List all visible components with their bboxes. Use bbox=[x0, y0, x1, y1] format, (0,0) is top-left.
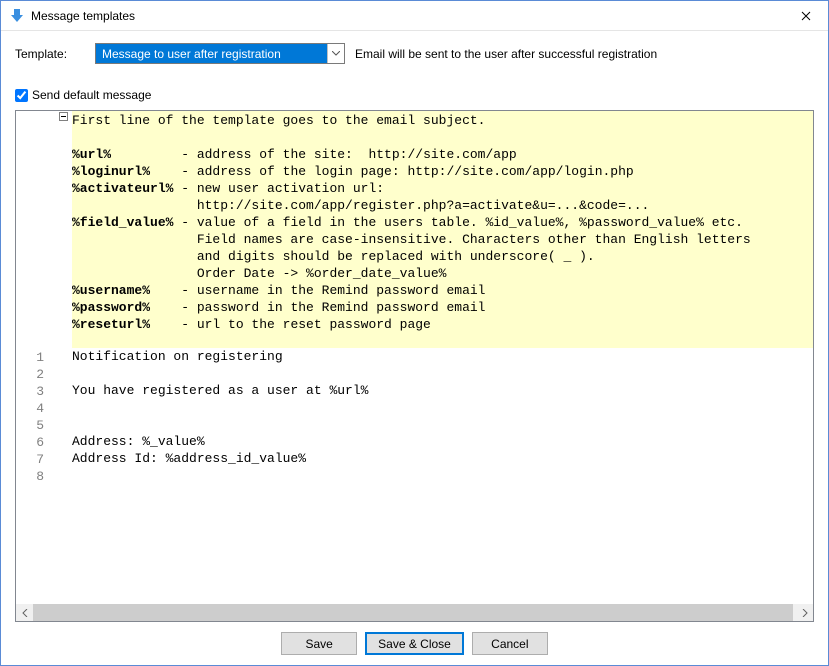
horizontal-scrollbar[interactable] bbox=[16, 604, 813, 621]
send-default-checkbox-row[interactable]: Send default message bbox=[15, 88, 814, 102]
line-number: 4 bbox=[16, 400, 58, 417]
titlebar: Message templates bbox=[1, 1, 828, 31]
hint-line: %url% - address of the site: http://site… bbox=[72, 146, 813, 163]
hint-line: Order Date -> %order_date_value% bbox=[72, 265, 813, 282]
dialog-body: Template: Message to user after registra… bbox=[1, 31, 828, 665]
send-default-label: Send default message bbox=[32, 88, 151, 102]
line-number: 6 bbox=[16, 434, 58, 451]
line-number: 3 bbox=[16, 383, 58, 400]
template-row: Template: Message to user after registra… bbox=[15, 43, 814, 64]
hint-token: %password% bbox=[72, 300, 150, 315]
app-icon bbox=[9, 8, 25, 24]
scroll-left-icon[interactable] bbox=[16, 604, 33, 621]
close-icon bbox=[801, 11, 811, 21]
cancel-button[interactable]: Cancel bbox=[472, 632, 548, 655]
hint-line: http://site.com/app/register.php?a=activ… bbox=[72, 197, 813, 214]
hint-line: and digits should be replaced with under… bbox=[72, 248, 813, 265]
scroll-right-icon[interactable] bbox=[796, 604, 813, 621]
code-line[interactable] bbox=[72, 365, 813, 382]
fold-column bbox=[58, 111, 72, 604]
dialog-window: Message templates Template: Message to u… bbox=[0, 0, 829, 666]
button-row: Save Save & Close Cancel bbox=[15, 622, 814, 655]
hint-line: %loginurl% - address of the login page: … bbox=[72, 163, 813, 180]
scrollbar-track[interactable] bbox=[33, 604, 796, 621]
line-number: 2 bbox=[16, 366, 58, 383]
save-button[interactable]: Save bbox=[281, 632, 357, 655]
template-select-value: Message to user after registration bbox=[96, 47, 327, 61]
hint-token: %activateurl% bbox=[72, 181, 173, 196]
scrollbar-thumb[interactable] bbox=[33, 604, 793, 621]
template-label: Template: bbox=[15, 47, 85, 61]
send-default-checkbox[interactable] bbox=[15, 89, 28, 102]
hint-line: %reseturl% - url to the reset password p… bbox=[72, 316, 813, 333]
code-column: First line of the template goes to the e… bbox=[72, 111, 813, 604]
chevron-down-icon bbox=[327, 44, 344, 63]
hint-line bbox=[72, 129, 813, 146]
code-editor[interactable]: 12345678 First line of the template goes… bbox=[15, 110, 814, 622]
code-line[interactable]: Address Id: %address_id_value% bbox=[72, 450, 813, 467]
code-text[interactable]: Notification on registering You have regi… bbox=[72, 348, 813, 484]
hint-token: %username% bbox=[72, 283, 150, 298]
line-number-gutter: 12345678 bbox=[16, 111, 58, 604]
line-number: 5 bbox=[16, 417, 58, 434]
hint-token: %reseturl% bbox=[72, 317, 150, 332]
editor-content: 12345678 First line of the template goes… bbox=[16, 111, 813, 604]
code-line[interactable] bbox=[72, 416, 813, 433]
code-line[interactable]: Address: %_value% bbox=[72, 433, 813, 450]
hint-token: %loginurl% bbox=[72, 164, 150, 179]
line-number: 7 bbox=[16, 451, 58, 468]
code-line[interactable] bbox=[72, 399, 813, 416]
hint-line: Field names are case-insensitive. Charac… bbox=[72, 231, 813, 248]
code-line[interactable]: Notification on registering bbox=[72, 348, 813, 365]
fold-toggle-icon[interactable] bbox=[59, 112, 68, 121]
hint-line: %username% - username in the Remind pass… bbox=[72, 282, 813, 299]
template-select[interactable]: Message to user after registration bbox=[95, 43, 345, 64]
hint-block: First line of the template goes to the e… bbox=[72, 111, 813, 348]
hint-line: %activateurl% - new user activation url: bbox=[72, 180, 813, 197]
hint-token: %url% bbox=[72, 147, 111, 162]
line-number: 1 bbox=[16, 349, 58, 366]
hint-line: First line of the template goes to the e… bbox=[72, 112, 813, 129]
template-description: Email will be sent to the user after suc… bbox=[355, 47, 657, 61]
save-close-button[interactable]: Save & Close bbox=[365, 632, 464, 655]
line-number: 8 bbox=[16, 468, 58, 485]
hint-line: %password% - password in the Remind pass… bbox=[72, 299, 813, 316]
hint-token: %field_value% bbox=[72, 215, 173, 230]
code-line[interactable] bbox=[72, 467, 813, 484]
hint-line: %field_value% - value of a field in the … bbox=[72, 214, 813, 231]
window-title: Message templates bbox=[31, 9, 783, 23]
close-button[interactable] bbox=[783, 1, 828, 30]
code-line[interactable]: You have registered as a user at %url% bbox=[72, 382, 813, 399]
